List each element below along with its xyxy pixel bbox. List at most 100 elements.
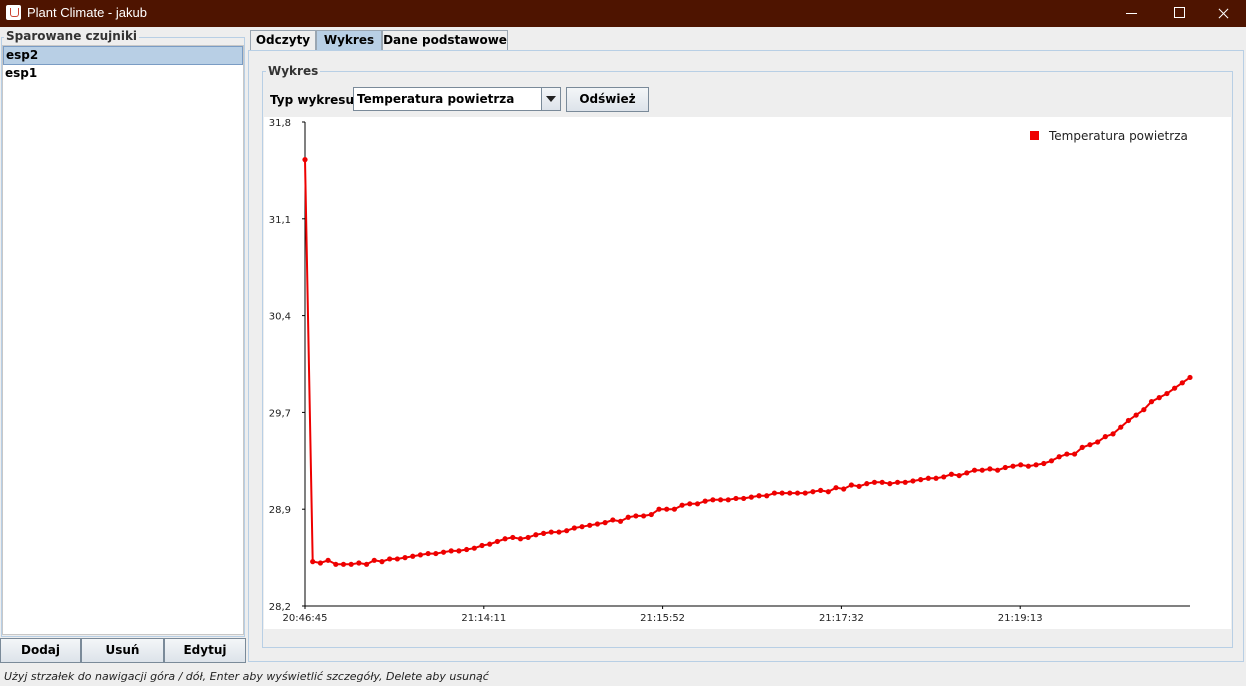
data-point: [925, 475, 931, 481]
data-point: [756, 493, 762, 499]
chart-type-label: Typ wykresu:: [270, 93, 359, 107]
data-point: [664, 506, 670, 512]
tab-dane-podstawowe[interactable]: Dane podstawowe: [382, 30, 508, 50]
data-point: [656, 506, 662, 512]
data-point: [764, 493, 770, 499]
data-point: [494, 538, 500, 545]
data-point: [910, 478, 916, 484]
data-point: [748, 494, 754, 500]
data-point: [641, 513, 647, 519]
data-point: [1041, 460, 1047, 467]
data-point: [979, 467, 985, 473]
data-point: [625, 514, 631, 520]
data-point: [1172, 385, 1178, 391]
legend-label: Temperatura powietrza: [1048, 129, 1188, 143]
data-point: [1079, 444, 1085, 450]
data-point: [825, 489, 831, 495]
data-point: [671, 506, 677, 512]
data-point: [610, 517, 616, 523]
data-point: [679, 502, 685, 508]
data-point: [971, 467, 978, 473]
data-point: [818, 487, 824, 493]
data-point: [1033, 462, 1039, 468]
chart-type-select[interactable]: Temperatura powietrza: [353, 87, 561, 111]
data-point: [571, 525, 577, 531]
line-chart: 28,2 28,9 29,7 30,4 31,1 31,8 20:46:45 21:14:11…: [269, 118, 1193, 624]
data-point: [794, 490, 801, 496]
data-point: [302, 157, 308, 163]
data-point: [1071, 451, 1078, 457]
data-point: [848, 482, 854, 488]
sensor-item-esp1[interactable]: esp1: [3, 65, 243, 82]
data-point: [394, 556, 400, 562]
x-tick-label: 21:17:32: [819, 613, 864, 624]
minimize-icon[interactable]: [1108, 0, 1154, 27]
data-point: [956, 472, 962, 479]
data-point: [941, 474, 947, 480]
data-point: [717, 497, 724, 503]
sensors-panel-title: Sparowane czujniki: [4, 29, 140, 43]
data-point: [1002, 464, 1008, 471]
data-point: [602, 520, 608, 526]
sensor-list[interactable]: esp2 esp1: [2, 45, 244, 635]
data-point: [1164, 390, 1170, 397]
data-point: [587, 522, 593, 528]
data-point: [479, 542, 485, 549]
data-point: [325, 557, 331, 563]
data-point: [387, 556, 393, 562]
sensor-item-esp2[interactable]: esp2: [3, 46, 243, 65]
tab-wykres[interactable]: Wykres: [316, 30, 382, 50]
data-point: [402, 555, 408, 561]
data-point: [317, 560, 323, 566]
data-point: [564, 528, 570, 534]
data-point: [841, 486, 847, 492]
data-point: [1118, 424, 1124, 430]
data-point: [540, 530, 547, 536]
y-tick-label: 28,9: [269, 505, 291, 516]
data-point: [502, 536, 508, 542]
edit-button[interactable]: Edytuj: [164, 638, 246, 663]
data-point: [894, 479, 901, 485]
y-tick-label: 30,4: [269, 312, 291, 323]
data-point: [741, 495, 747, 502]
data-point: [310, 559, 316, 565]
close-icon[interactable]: [1200, 0, 1246, 27]
data-point: [648, 511, 654, 518]
data-point: [871, 479, 878, 485]
data-point: [787, 490, 793, 496]
data-point: [1102, 434, 1108, 440]
data-point: [471, 545, 477, 551]
data-point: [1048, 458, 1055, 464]
data-point: [856, 483, 862, 489]
data-point: [548, 529, 554, 535]
remove-button[interactable]: Usuń: [81, 638, 164, 663]
data-point: [356, 560, 362, 566]
data-point: [1010, 463, 1016, 469]
data-point: [864, 481, 870, 487]
data-point: [433, 550, 439, 557]
data-point: [902, 479, 908, 485]
status-bar: Użyj strzałek do nawigacji góra / dół, E…: [4, 670, 489, 683]
data-point: [1025, 463, 1031, 469]
refresh-button[interactable]: Odśwież: [566, 87, 649, 112]
data-point: [579, 524, 585, 530]
data-point: [1064, 451, 1070, 457]
add-button[interactable]: Dodaj: [0, 638, 81, 663]
chevron-down-icon[interactable]: [541, 88, 560, 110]
data-point: [995, 467, 1001, 473]
data-point: [517, 536, 524, 542]
data-point: [1179, 380, 1185, 386]
data-point: [879, 479, 885, 485]
data-point: [410, 553, 416, 559]
data-point: [617, 518, 624, 524]
maximize-icon[interactable]: [1155, 0, 1201, 27]
data-point: [533, 532, 539, 538]
data-point: [633, 513, 639, 519]
data-point: [702, 498, 708, 504]
data-point: [964, 470, 970, 476]
tab-odczyty[interactable]: Odczyty: [250, 30, 316, 50]
chart-area: 28,2 28,9 29,7 30,4 31,1 31,8 20:46:45 21:14:11…: [264, 117, 1231, 629]
chart-group-title: Wykres: [266, 64, 321, 78]
data-point: [1018, 462, 1024, 468]
data-point: [594, 521, 601, 527]
